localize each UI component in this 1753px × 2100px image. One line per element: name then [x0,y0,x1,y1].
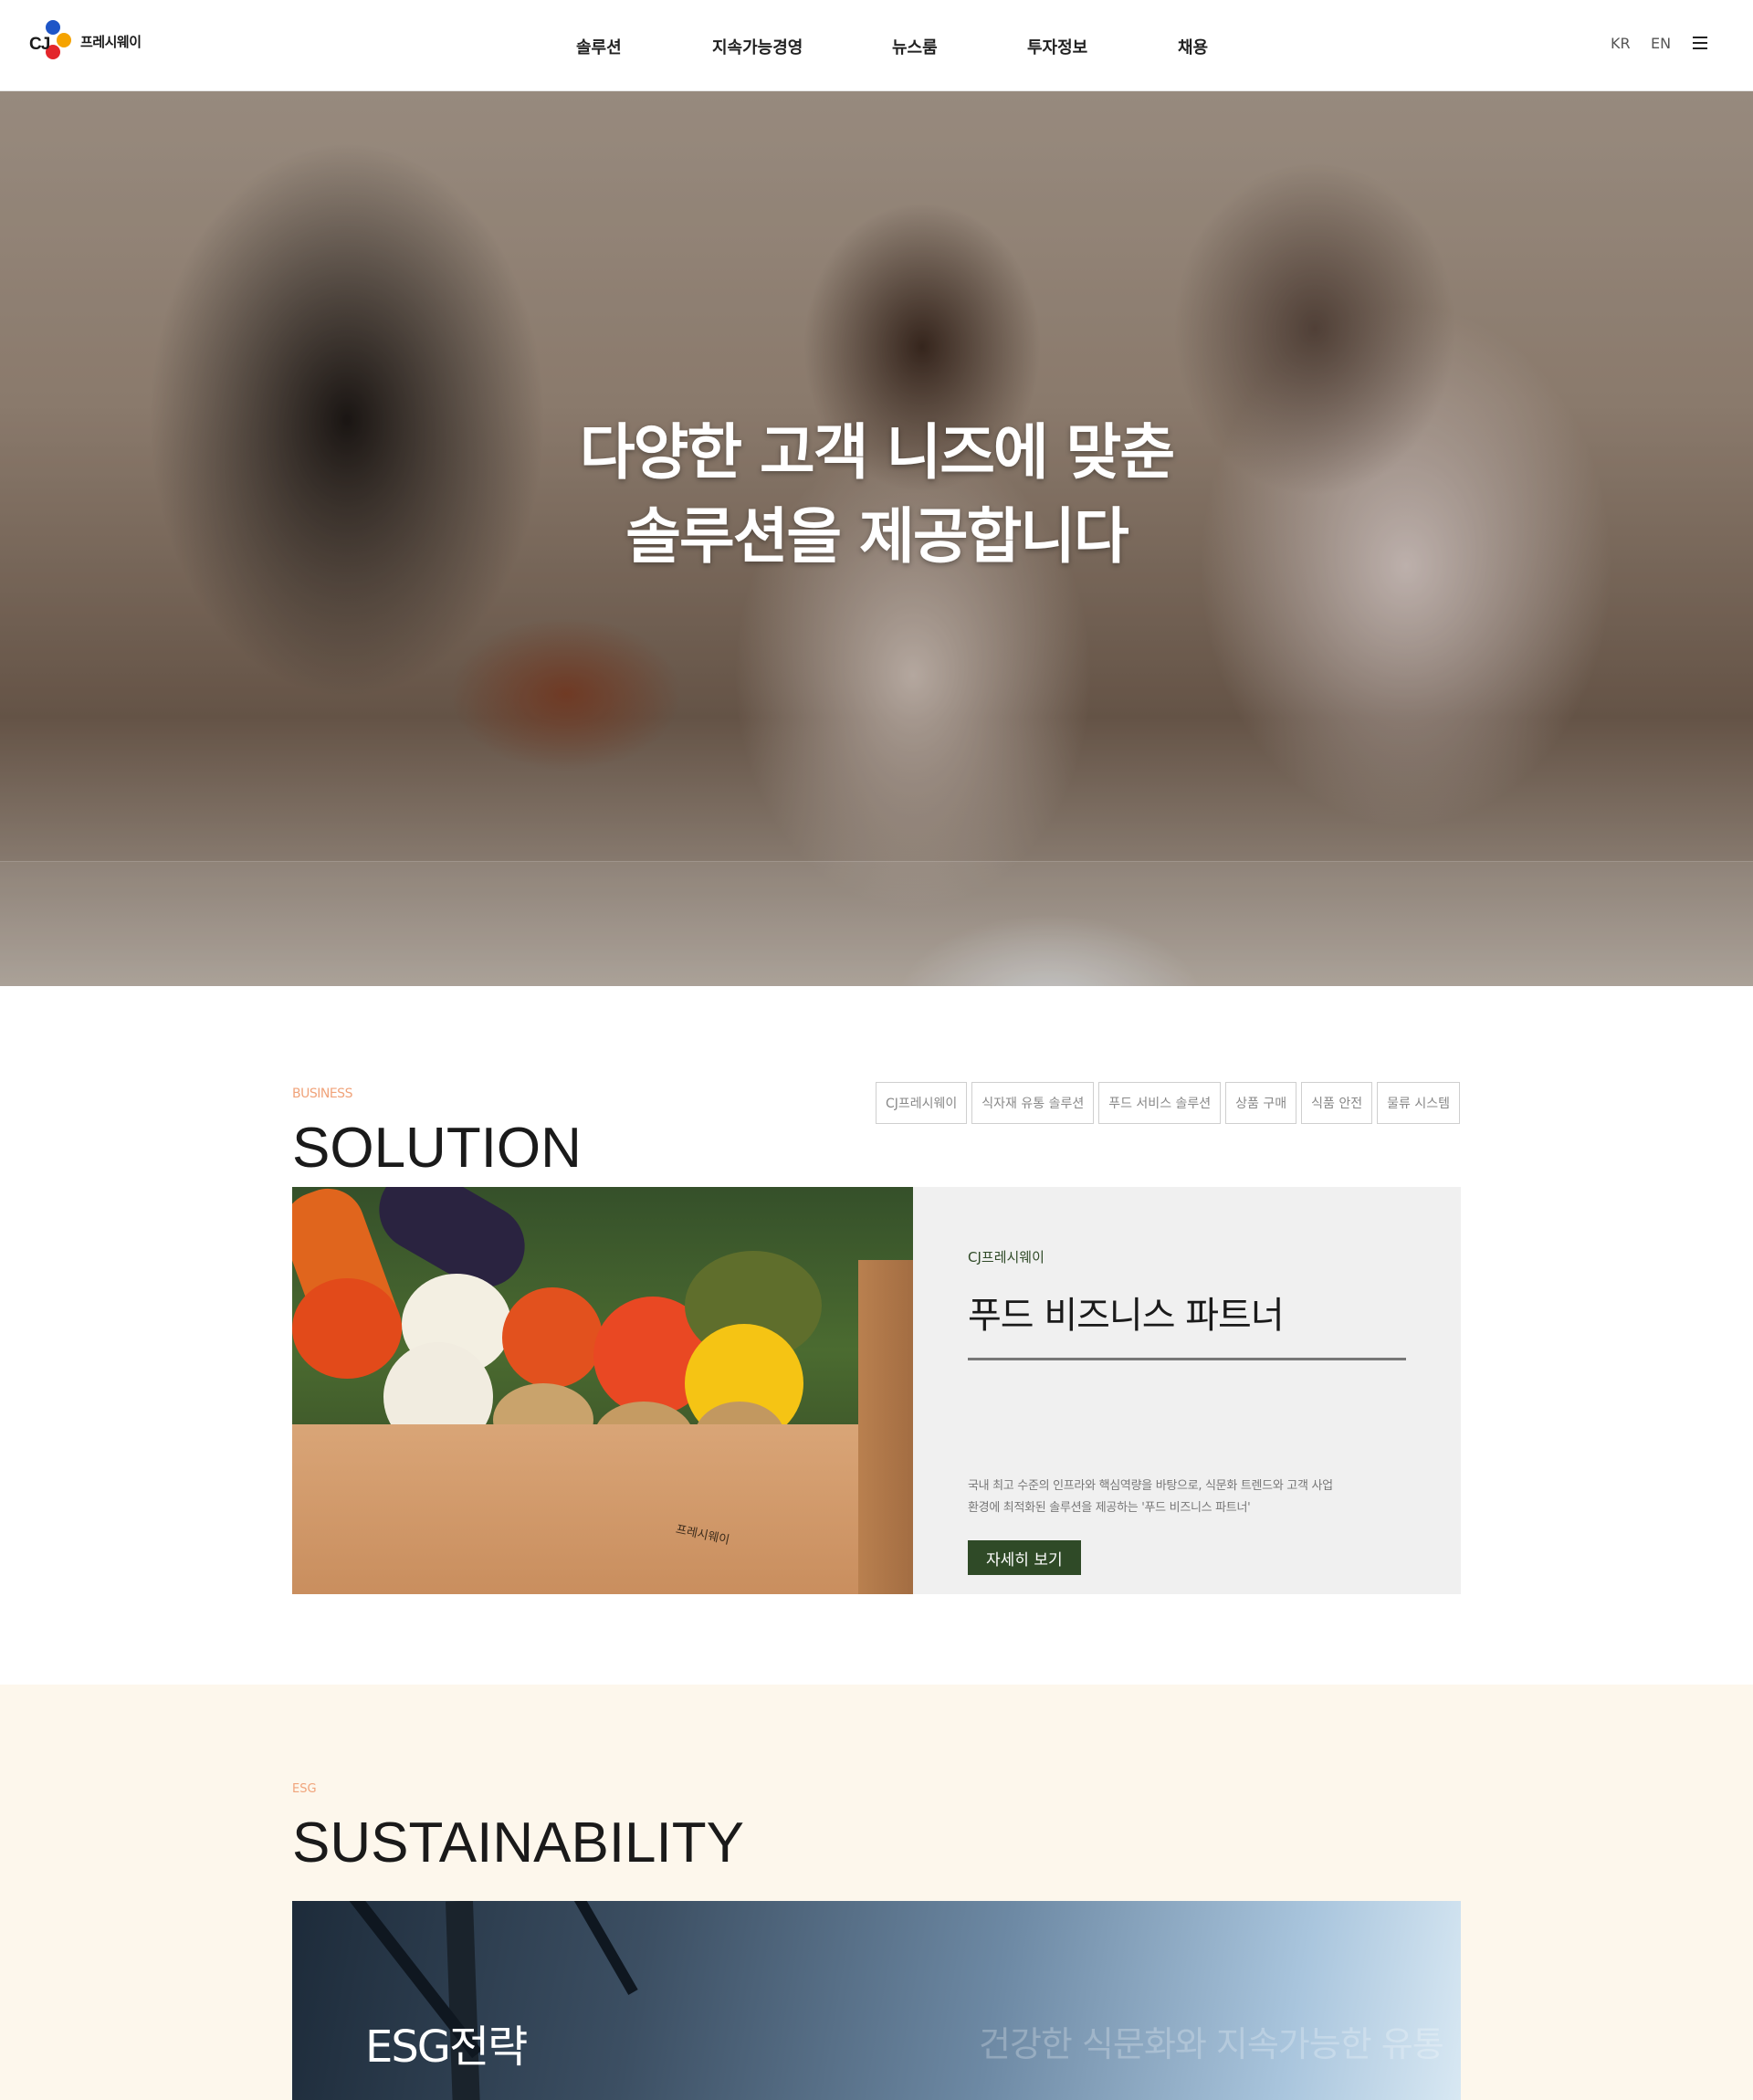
nav-newsroom[interactable]: 뉴스룸 [892,35,938,58]
tab-ingredient-distribution[interactable]: 식자재 유통 솔루션 [971,1082,1095,1124]
esg-card-subtitle: 건강한 식문화와 지속가능한 유통 [979,2024,1444,2064]
solution-desc-line1: 국내 최고 수준의 인프라와 핵심역량을 바탕으로, 식문화 트렌드와 고객 사… [968,1479,1333,1493]
nav-solution[interactable]: 솔루션 [576,35,622,58]
tab-logistics[interactable]: 물류 시스템 [1377,1082,1460,1124]
cardboard-box [292,1424,876,1594]
main-nav: 솔루션 지속가능경영 뉴스룸 투자정보 채용 [0,35,1753,58]
nav-sustainability[interactable]: 지속가능경영 [712,35,803,58]
solution-card-brand: CJ프레시웨이 [968,1249,1044,1265]
tab-purchasing[interactable]: 상품 구매 [1225,1082,1297,1124]
site-header: CJ 프레시웨이 솔루션 지속가능경영 뉴스룸 투자정보 채용 KR EN [0,0,1753,91]
solution-card-divider [968,1358,1406,1360]
tab-cj-freshway[interactable]: CJ프레시웨이 [875,1082,968,1124]
view-details-button[interactable]: 자세히 보기 [968,1540,1081,1575]
lang-en[interactable]: EN [1651,35,1671,52]
solution-label: BUSINESS [292,1087,352,1101]
esg-card-title: ESG전략 [365,2021,528,2073]
sustainability-label: ESG [292,1782,317,1796]
solution-desc-line2: 환경에 최적화된 솔루션을 제공하는 '푸드 비즈니스 파트너' [968,1501,1251,1515]
solution-card-description: 국내 최고 수준의 인프라와 핵심역량을 바탕으로, 식문화 트렌드와 고객 사… [968,1475,1415,1519]
hero-title-line1: 다양한 고객 니즈에 맞춘 [579,417,1175,488]
hamburger-icon[interactable] [1693,37,1707,49]
vegetable-box-image: 프레시웨이 [292,1187,913,1594]
hero-title-line2: 솔루션을 제공합니다 [625,501,1128,572]
tab-food-safety[interactable]: 식품 안전 [1301,1082,1373,1124]
hero-title: 다양한 고객 니즈에 맞춘 솔루션을 제공합니다 [0,411,1753,579]
solution-tabs: CJ프레시웨이 식자재 유통 솔루션 푸드 서비스 솔루션 상품 구매 식품 안… [875,1082,1460,1124]
solution-card-heading: 푸드 비즈니스 파트너 [968,1295,1285,1337]
nav-investor[interactable]: 투자정보 [1027,35,1087,58]
esg-strategy-card[interactable]: ESG전략 건강한 식문화와 지속가능한 유통 [292,1901,1461,2100]
lang-kr[interactable]: KR [1611,35,1631,52]
cardboard-box-side [858,1260,913,1594]
sustainability-title: SUSTAINABILITY [292,1811,744,1874]
solution-title: SOLUTION [292,1117,582,1180]
pepper-red-shape [292,1278,402,1379]
hero-banner: 다양한 고객 니즈에 맞춘 솔루션을 제공합니다 [0,91,1753,986]
logo-dot-blue [46,20,60,35]
nav-careers[interactable]: 채용 [1178,35,1208,58]
solution-card: 프레시웨이 CJ프레시웨이 푸드 비즈니스 파트너 국내 최고 수준의 인프라와… [292,1187,1461,1594]
hero-bottom-strip [0,861,1753,986]
tomato-shape [502,1287,603,1388]
tab-food-service[interactable]: 푸드 서비스 솔루션 [1098,1082,1222,1124]
wind-turbine-blade-2 [560,1901,638,1995]
solution-card-text: CJ프레시웨이 푸드 비즈니스 파트너 국내 최고 수준의 인프라와 핵심역량을… [968,1187,1406,1594]
